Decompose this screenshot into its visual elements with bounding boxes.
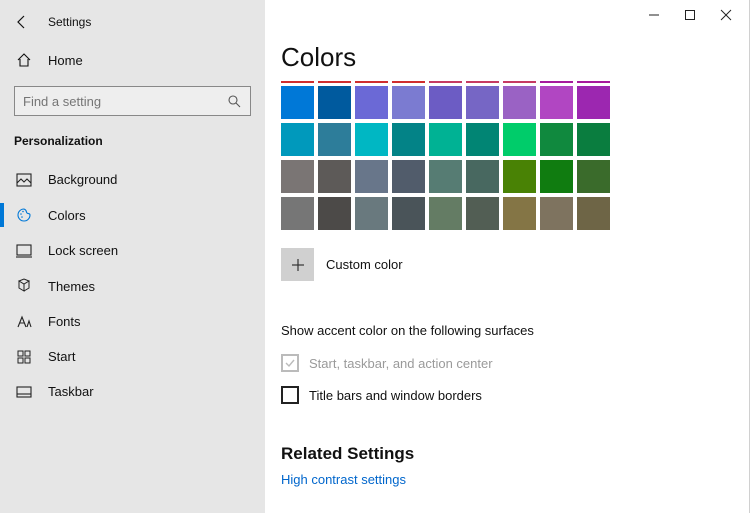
back-icon[interactable] xyxy=(14,14,30,30)
color-swatch[interactable] xyxy=(355,160,388,193)
nav-label: Taskbar xyxy=(48,384,94,399)
search-icon xyxy=(226,93,242,109)
checkbox-start-taskbar: Start, taskbar, and action center xyxy=(265,350,749,382)
nav-themes[interactable]: Themes xyxy=(0,268,265,304)
checkbox-icon xyxy=(281,354,299,372)
color-swatch[interactable] xyxy=(577,160,610,193)
nav-taskbar[interactable]: Taskbar xyxy=(0,374,265,409)
checkbox-title-bars[interactable]: Title bars and window borders xyxy=(265,382,749,414)
swatch-indicator xyxy=(429,81,462,83)
nav-label: Fonts xyxy=(48,314,81,329)
nav-background[interactable]: Background xyxy=(0,162,265,197)
lock-screen-icon xyxy=(14,244,34,258)
color-swatch[interactable] xyxy=(540,160,573,193)
nav-label: Themes xyxy=(48,279,95,294)
color-swatch[interactable] xyxy=(355,123,388,156)
color-swatch[interactable] xyxy=(540,123,573,156)
color-swatch[interactable] xyxy=(281,197,314,230)
color-swatch[interactable] xyxy=(503,86,536,119)
swatch-indicator xyxy=(503,81,536,83)
color-swatch[interactable] xyxy=(540,86,573,119)
surfaces-heading: Show accent color on the following surfa… xyxy=(265,281,749,350)
color-swatch[interactable] xyxy=(466,123,499,156)
color-swatch[interactable] xyxy=(281,160,314,193)
color-swatch[interactable] xyxy=(355,197,388,230)
nav-colors[interactable]: Colors xyxy=(0,197,265,233)
nav-label: Background xyxy=(48,172,117,187)
color-swatch[interactable] xyxy=(392,86,425,119)
nav-label: Colors xyxy=(48,208,86,223)
color-swatch[interactable] xyxy=(318,86,351,119)
swatch-indicator xyxy=(577,81,610,83)
swatch-indicator xyxy=(466,81,499,83)
palette-icon xyxy=(14,207,34,223)
checkbox-label: Title bars and window borders xyxy=(309,388,482,403)
fonts-icon xyxy=(14,315,34,329)
home-label: Home xyxy=(48,53,83,68)
color-swatch[interactable] xyxy=(503,197,536,230)
color-swatch[interactable] xyxy=(577,197,610,230)
nav-label: Lock screen xyxy=(48,243,118,258)
section-label: Personalization xyxy=(0,132,265,162)
color-swatch[interactable] xyxy=(429,86,462,119)
home-icon xyxy=(14,52,34,68)
color-swatch[interactable] xyxy=(318,197,351,230)
nav-start[interactable]: Start xyxy=(0,339,265,374)
themes-icon xyxy=(14,278,34,294)
search-input-container[interactable] xyxy=(14,86,251,116)
checkbox-label: Start, taskbar, and action center xyxy=(309,356,493,371)
start-icon xyxy=(14,350,34,364)
color-swatch[interactable] xyxy=(281,123,314,156)
color-swatch[interactable] xyxy=(466,160,499,193)
color-swatch[interactable] xyxy=(355,86,388,119)
maximize-icon[interactable] xyxy=(683,8,697,22)
high-contrast-link[interactable]: High contrast settings xyxy=(265,472,749,487)
search-input[interactable] xyxy=(23,94,226,109)
color-swatch[interactable] xyxy=(466,197,499,230)
color-swatch[interactable] xyxy=(540,197,573,230)
checkbox-icon[interactable] xyxy=(281,386,299,404)
color-swatch[interactable] xyxy=(281,86,314,119)
swatch-indicator xyxy=(540,81,573,83)
swatch-indicator xyxy=(392,81,425,83)
color-swatch[interactable] xyxy=(392,197,425,230)
color-swatch[interactable] xyxy=(392,123,425,156)
color-swatch[interactable] xyxy=(429,123,462,156)
swatch-indicator xyxy=(355,81,388,83)
add-custom-color-button[interactable] xyxy=(281,248,314,281)
color-swatch[interactable] xyxy=(318,123,351,156)
color-swatch[interactable] xyxy=(392,160,425,193)
color-swatch[interactable] xyxy=(429,197,462,230)
nav-label: Start xyxy=(48,349,75,364)
home-nav[interactable]: Home xyxy=(0,42,265,78)
swatch-indicator xyxy=(318,81,351,83)
color-swatch[interactable] xyxy=(466,86,499,119)
image-icon xyxy=(14,173,34,187)
color-swatch[interactable] xyxy=(503,123,536,156)
swatch-indicator xyxy=(281,81,314,83)
nav-fonts[interactable]: Fonts xyxy=(0,304,265,339)
close-icon[interactable] xyxy=(719,8,733,22)
taskbar-icon xyxy=(14,386,34,398)
nav-lock-screen[interactable]: Lock screen xyxy=(0,233,265,268)
color-swatch[interactable] xyxy=(318,160,351,193)
color-swatch[interactable] xyxy=(429,160,462,193)
minimize-icon[interactable] xyxy=(647,8,661,22)
color-swatch[interactable] xyxy=(503,160,536,193)
related-heading: Related Settings xyxy=(265,414,749,472)
color-swatch[interactable] xyxy=(577,86,610,119)
color-swatch[interactable] xyxy=(577,123,610,156)
custom-color-label: Custom color xyxy=(326,257,403,272)
app-title: Settings xyxy=(48,15,91,29)
